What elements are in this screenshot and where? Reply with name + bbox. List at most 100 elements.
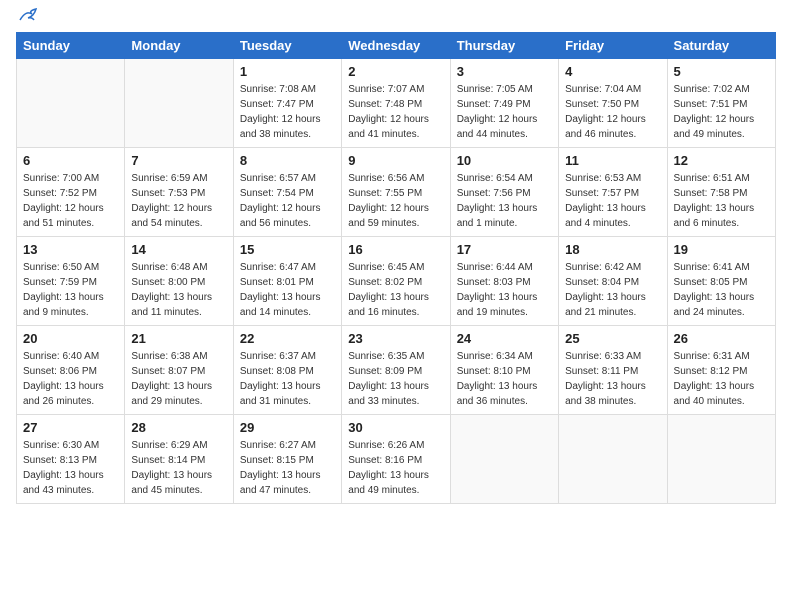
day-info: Sunrise: 6:54 AM Sunset: 7:56 PM Dayligh… xyxy=(457,171,552,231)
calendar-cell: 6 Sunrise: 7:00 AM Sunset: 7:52 PM Daylig… xyxy=(17,148,125,237)
day-number: 16 xyxy=(348,242,443,257)
day-info: Sunrise: 7:07 AM Sunset: 7:48 PM Dayligh… xyxy=(348,82,443,142)
calendar-cell: 12Sunrise: 6:51 AM Sunset: 7:58 PM Dayli… xyxy=(667,148,775,237)
calendar-cell: 24 Sunrise: 6:34 AM Sunset: 8:10 PM Dayli… xyxy=(450,326,558,415)
calendar-cell: 15 Sunrise: 6:47 AM Sunset: 8:01 PM Dayli… xyxy=(233,237,341,326)
calendar-cell: 8Sunrise: 6:57 AM Sunset: 7:54 PM Daylig… xyxy=(233,148,341,237)
calendar-cell: 19Sunrise: 6:41 AM Sunset: 8:05 PM Dayli… xyxy=(667,237,775,326)
day-info: Sunrise: 6:40 AM Sunset: 8:06 PM Dayligh… xyxy=(23,349,118,409)
day-number: 5 xyxy=(674,64,769,79)
day-number: 11 xyxy=(565,153,660,168)
calendar-cell: 14 Sunrise: 6:48 AM Sunset: 8:00 PM Dayli… xyxy=(125,237,233,326)
day-info: Sunrise: 7:02 AM Sunset: 7:51 PM Dayligh… xyxy=(674,82,769,142)
day-number: 13 xyxy=(23,242,118,257)
day-number: 27 xyxy=(23,420,118,435)
calendar-header-row: SundayMondayTuesdayWednesdayThursdayFrid… xyxy=(17,33,776,59)
calendar-cell: 18 Sunrise: 6:42 AM Sunset: 8:04 PM Dayli… xyxy=(559,237,667,326)
calendar-cell: 28 Sunrise: 6:29 AM Sunset: 8:14 PM Dayli… xyxy=(125,415,233,504)
weekday-header-tuesday: Tuesday xyxy=(233,33,341,59)
day-info: Sunrise: 6:48 AM Sunset: 8:00 PM Dayligh… xyxy=(131,260,226,320)
calendar-cell: 2 Sunrise: 7:07 AM Sunset: 7:48 PM Daylig… xyxy=(342,59,450,148)
day-info: Sunrise: 6:37 AM Sunset: 8:08 PM Dayligh… xyxy=(240,349,335,409)
day-info: Sunrise: 6:42 AM Sunset: 8:04 PM Dayligh… xyxy=(565,260,660,320)
day-number: 1 xyxy=(240,64,335,79)
week-row-2: 6 Sunrise: 7:00 AM Sunset: 7:52 PM Daylig… xyxy=(17,148,776,237)
week-row-3: 13 Sunrise: 6:50 AM Sunset: 7:59 PM Dayli… xyxy=(17,237,776,326)
day-info: Sunrise: 6:56 AM Sunset: 7:55 PM Dayligh… xyxy=(348,171,443,231)
day-info: Sunrise: 7:05 AM Sunset: 7:49 PM Dayligh… xyxy=(457,82,552,142)
day-number: 9 xyxy=(348,153,443,168)
calendar-cell: 3 Sunrise: 7:05 AM Sunset: 7:49 PM Daylig… xyxy=(450,59,558,148)
day-number: 10 xyxy=(457,153,552,168)
day-number: 21 xyxy=(131,331,226,346)
day-info: Sunrise: 6:53 AM Sunset: 7:57 PM Dayligh… xyxy=(565,171,660,231)
weekday-header-sunday: Sunday xyxy=(17,33,125,59)
week-row-1: 1Sunrise: 7:08 AM Sunset: 7:47 PM Daylig… xyxy=(17,59,776,148)
day-number: 26 xyxy=(674,331,769,346)
day-number: 20 xyxy=(23,331,118,346)
day-number: 18 xyxy=(565,242,660,257)
day-info: Sunrise: 6:45 AM Sunset: 8:02 PM Dayligh… xyxy=(348,260,443,320)
day-number: 30 xyxy=(348,420,443,435)
day-info: Sunrise: 6:35 AM Sunset: 8:09 PM Dayligh… xyxy=(348,349,443,409)
weekday-header-monday: Monday xyxy=(125,33,233,59)
calendar-cell xyxy=(667,415,775,504)
calendar-cell: 22Sunrise: 6:37 AM Sunset: 8:08 PM Dayli… xyxy=(233,326,341,415)
day-number: 24 xyxy=(457,331,552,346)
day-number: 3 xyxy=(457,64,552,79)
weekday-header-wednesday: Wednesday xyxy=(342,33,450,59)
logo xyxy=(16,16,40,20)
day-info: Sunrise: 6:31 AM Sunset: 8:12 PM Dayligh… xyxy=(674,349,769,409)
week-row-5: 27 Sunrise: 6:30 AM Sunset: 8:13 PM Dayli… xyxy=(17,415,776,504)
calendar-cell: 11 Sunrise: 6:53 AM Sunset: 7:57 PM Dayli… xyxy=(559,148,667,237)
weekday-header-thursday: Thursday xyxy=(450,33,558,59)
weekday-header-saturday: Saturday xyxy=(667,33,775,59)
calendar-cell: 27 Sunrise: 6:30 AM Sunset: 8:13 PM Dayli… xyxy=(17,415,125,504)
day-number: 14 xyxy=(131,242,226,257)
day-info: Sunrise: 6:26 AM Sunset: 8:16 PM Dayligh… xyxy=(348,438,443,498)
calendar-cell: 29Sunrise: 6:27 AM Sunset: 8:15 PM Dayli… xyxy=(233,415,341,504)
day-info: Sunrise: 6:27 AM Sunset: 8:15 PM Dayligh… xyxy=(240,438,335,498)
page-header xyxy=(16,16,776,20)
calendar-cell: 25 Sunrise: 6:33 AM Sunset: 8:11 PM Dayli… xyxy=(559,326,667,415)
day-info: Sunrise: 6:47 AM Sunset: 8:01 PM Dayligh… xyxy=(240,260,335,320)
day-number: 23 xyxy=(348,331,443,346)
calendar-cell xyxy=(559,415,667,504)
logo-bird-icon xyxy=(18,8,40,26)
day-info: Sunrise: 6:57 AM Sunset: 7:54 PM Dayligh… xyxy=(240,171,335,231)
calendar-cell xyxy=(125,59,233,148)
weekday-header-friday: Friday xyxy=(559,33,667,59)
day-number: 4 xyxy=(565,64,660,79)
day-info: Sunrise: 6:34 AM Sunset: 8:10 PM Dayligh… xyxy=(457,349,552,409)
calendar-cell: 1Sunrise: 7:08 AM Sunset: 7:47 PM Daylig… xyxy=(233,59,341,148)
calendar-cell: 10 Sunrise: 6:54 AM Sunset: 7:56 PM Dayli… xyxy=(450,148,558,237)
calendar-cell: 5 Sunrise: 7:02 AM Sunset: 7:51 PM Daylig… xyxy=(667,59,775,148)
day-number: 12 xyxy=(674,153,769,168)
day-number: 7 xyxy=(131,153,226,168)
calendar-cell: 26 Sunrise: 6:31 AM Sunset: 8:12 PM Dayli… xyxy=(667,326,775,415)
calendar-cell: 7 Sunrise: 6:59 AM Sunset: 7:53 PM Daylig… xyxy=(125,148,233,237)
day-number: 2 xyxy=(348,64,443,79)
day-info: Sunrise: 7:04 AM Sunset: 7:50 PM Dayligh… xyxy=(565,82,660,142)
day-number: 15 xyxy=(240,242,335,257)
day-info: Sunrise: 6:50 AM Sunset: 7:59 PM Dayligh… xyxy=(23,260,118,320)
day-info: Sunrise: 6:38 AM Sunset: 8:07 PM Dayligh… xyxy=(131,349,226,409)
calendar-cell: 30 Sunrise: 6:26 AM Sunset: 8:16 PM Dayli… xyxy=(342,415,450,504)
week-row-4: 20 Sunrise: 6:40 AM Sunset: 8:06 PM Dayli… xyxy=(17,326,776,415)
day-info: Sunrise: 6:44 AM Sunset: 8:03 PM Dayligh… xyxy=(457,260,552,320)
day-info: Sunrise: 6:33 AM Sunset: 8:11 PM Dayligh… xyxy=(565,349,660,409)
calendar-cell: 4 Sunrise: 7:04 AM Sunset: 7:50 PM Daylig… xyxy=(559,59,667,148)
day-number: 6 xyxy=(23,153,118,168)
calendar-cell: 13 Sunrise: 6:50 AM Sunset: 7:59 PM Dayli… xyxy=(17,237,125,326)
day-number: 25 xyxy=(565,331,660,346)
day-info: Sunrise: 6:59 AM Sunset: 7:53 PM Dayligh… xyxy=(131,171,226,231)
calendar-cell: 9 Sunrise: 6:56 AM Sunset: 7:55 PM Daylig… xyxy=(342,148,450,237)
day-info: Sunrise: 6:30 AM Sunset: 8:13 PM Dayligh… xyxy=(23,438,118,498)
day-info: Sunrise: 7:00 AM Sunset: 7:52 PM Dayligh… xyxy=(23,171,118,231)
calendar-cell: 16 Sunrise: 6:45 AM Sunset: 8:02 PM Dayli… xyxy=(342,237,450,326)
calendar-table: SundayMondayTuesdayWednesdayThursdayFrid… xyxy=(16,32,776,504)
calendar-cell: 17Sunrise: 6:44 AM Sunset: 8:03 PM Dayli… xyxy=(450,237,558,326)
day-info: Sunrise: 6:29 AM Sunset: 8:14 PM Dayligh… xyxy=(131,438,226,498)
day-number: 28 xyxy=(131,420,226,435)
calendar-cell: 21 Sunrise: 6:38 AM Sunset: 8:07 PM Dayli… xyxy=(125,326,233,415)
